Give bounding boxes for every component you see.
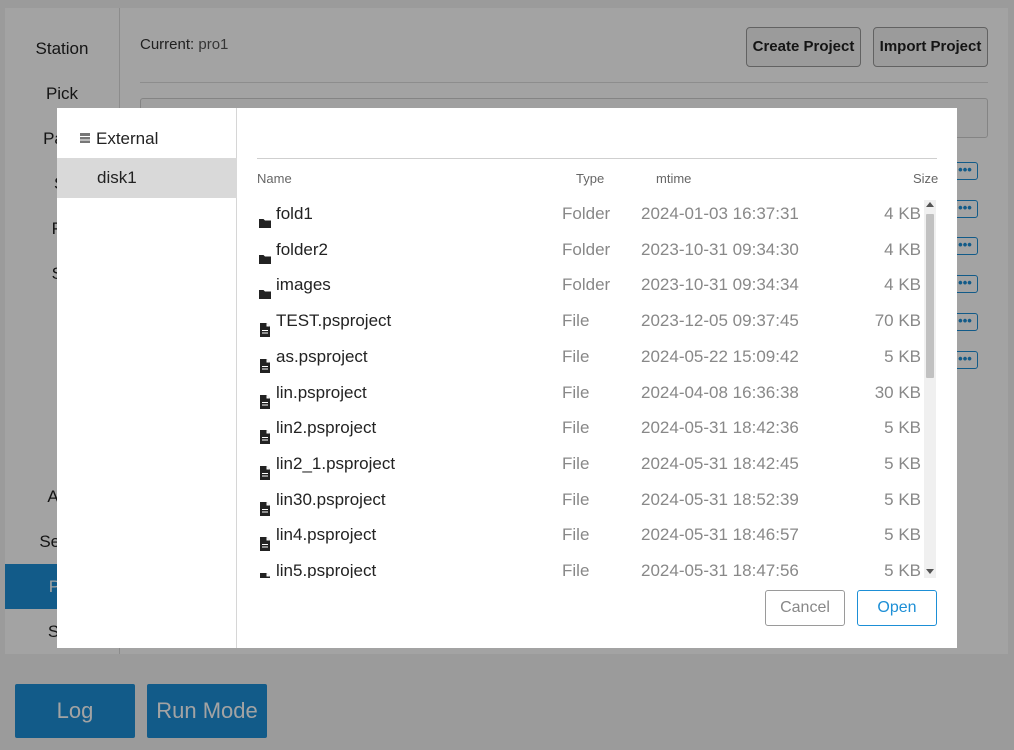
file-mtime: 2024-05-31 18:47:56 bbox=[641, 561, 799, 578]
column-header-type[interactable]: Type bbox=[576, 171, 604, 186]
file-mtime: 2024-05-22 15:09:42 bbox=[641, 346, 799, 366]
file-row[interactable]: lin4.psproject File 2024-05-31 18:46:57 5 K… bbox=[257, 517, 925, 553]
scrollbar-thumb[interactable] bbox=[926, 214, 934, 378]
file-size: 4 KB bbox=[884, 204, 921, 223]
file-name: lin4.psproject bbox=[276, 525, 377, 545]
column-header-size[interactable]: Size bbox=[913, 171, 938, 186]
file-size: 70 KB bbox=[874, 311, 921, 331]
file-size: 30 KB bbox=[874, 382, 921, 402]
drive-icon bbox=[80, 133, 90, 144]
file-type: Folder bbox=[562, 275, 611, 295]
file-icon bbox=[259, 421, 271, 445]
file-row[interactable]: images Folder 2023-10-31 09:34:34 4 KB bbox=[257, 267, 925, 303]
file-row[interactable]: lin.psproject File 2024-04-08 16:36:38 30 K… bbox=[257, 375, 925, 411]
file-row[interactable]: lin2_1.psproject File 2024-05-31 18:42:45 5… bbox=[257, 446, 925, 482]
file-icon bbox=[259, 528, 271, 552]
path-bar bbox=[257, 158, 937, 159]
file-size: 5 KB bbox=[884, 561, 921, 578]
file-row[interactable]: lin30.psproject File 2024-05-31 18:52:39 5 … bbox=[257, 482, 925, 518]
file-type: File bbox=[562, 489, 590, 509]
file-row[interactable]: lin5.psproject File 2024-05-31 18:47:56 5 K… bbox=[257, 553, 925, 578]
file-type: File bbox=[562, 346, 590, 366]
file-mtime: 2024-04-08 16:36:38 bbox=[641, 382, 799, 402]
file-size: 4 KB bbox=[884, 275, 921, 295]
file-type: File bbox=[562, 453, 590, 473]
file-name: lin30.psproject bbox=[276, 489, 386, 509]
file-row[interactable]: lin2.psproject File 2024-05-31 18:42:36 5 K… bbox=[257, 410, 925, 446]
tree-item-disk1[interactable]: disk1 bbox=[57, 158, 237, 198]
cancel-button[interactable]: Cancel bbox=[765, 590, 845, 626]
file-mtime: 2023-12-05 09:37:45 bbox=[641, 311, 799, 331]
column-header-name[interactable]: Name bbox=[257, 171, 292, 186]
file-row[interactable]: TEST.psproject File 2023-12-05 09:37:45 70 … bbox=[257, 303, 925, 339]
file-icon bbox=[259, 457, 271, 480]
file-size: 5 KB bbox=[884, 453, 921, 473]
file-type: File bbox=[562, 525, 590, 545]
file-type: File bbox=[562, 418, 590, 438]
file-name: fold1 bbox=[276, 204, 313, 223]
file-size: 5 KB bbox=[884, 346, 921, 366]
file-name: as.psproject bbox=[276, 346, 368, 366]
file-mtime: 2023-10-31 09:34:34 bbox=[641, 275, 799, 295]
column-header-mtime[interactable]: mtime bbox=[656, 171, 691, 186]
scroll-up-icon[interactable] bbox=[926, 202, 934, 207]
open-button[interactable]: Open bbox=[857, 590, 937, 626]
file-type: File bbox=[562, 382, 590, 402]
file-name: folder2 bbox=[276, 239, 328, 259]
file-mtime: 2023-10-31 09:34:30 bbox=[641, 239, 799, 259]
file-type: File bbox=[562, 311, 590, 331]
file-mtime: 2024-01-03 16:37:31 bbox=[641, 204, 799, 223]
file-name: lin5.psproject bbox=[276, 561, 377, 578]
scroll-down-icon[interactable] bbox=[926, 569, 934, 574]
file-open-dialog: External disk1 Name Type mtime Size fold… bbox=[57, 108, 957, 648]
file-list-scrollbar[interactable] bbox=[924, 200, 936, 578]
file-row[interactable]: fold1 Folder 2024-01-03 16:37:31 4 KB bbox=[257, 196, 925, 232]
tree-item-external[interactable]: External bbox=[79, 128, 158, 150]
location-tree: External disk1 bbox=[57, 108, 237, 648]
file-size: 5 KB bbox=[884, 418, 921, 438]
folder-icon bbox=[259, 278, 271, 300]
file-name: lin2_1.psproject bbox=[276, 453, 396, 473]
file-row[interactable]: folder2 Folder 2023-10-31 09:34:30 4 KB bbox=[257, 232, 925, 268]
file-name: lin2.psproject bbox=[276, 418, 377, 438]
file-icon bbox=[259, 564, 271, 578]
tree-item-external-label: External bbox=[96, 129, 159, 148]
file-mtime: 2024-05-31 18:42:45 bbox=[641, 453, 799, 473]
file-icon bbox=[259, 350, 271, 373]
file-type: Folder bbox=[562, 204, 611, 223]
folder-icon bbox=[259, 243, 271, 264]
file-size: 4 KB bbox=[884, 239, 921, 259]
file-row[interactable]: as.psproject File 2024-05-22 15:09:42 5 KB bbox=[257, 339, 925, 375]
file-name: lin.psproject bbox=[276, 382, 367, 402]
file-type: Folder bbox=[562, 239, 611, 259]
file-icon bbox=[259, 493, 271, 516]
file-icon bbox=[259, 314, 271, 338]
file-size: 5 KB bbox=[884, 489, 921, 509]
file-name: TEST.psproject bbox=[276, 311, 392, 331]
file-type: File bbox=[562, 561, 590, 578]
file-mtime: 2024-05-31 18:42:36 bbox=[641, 418, 799, 438]
file-name: images bbox=[276, 275, 331, 295]
file-list: fold1 Folder 2024-01-03 16:37:31 4 KB folder… bbox=[257, 196, 925, 578]
folder-icon bbox=[259, 207, 271, 228]
file-icon bbox=[259, 386, 271, 409]
file-size: 5 KB bbox=[884, 525, 921, 545]
file-mtime: 2024-05-31 18:46:57 bbox=[641, 525, 799, 545]
file-mtime: 2024-05-31 18:52:39 bbox=[641, 489, 799, 509]
